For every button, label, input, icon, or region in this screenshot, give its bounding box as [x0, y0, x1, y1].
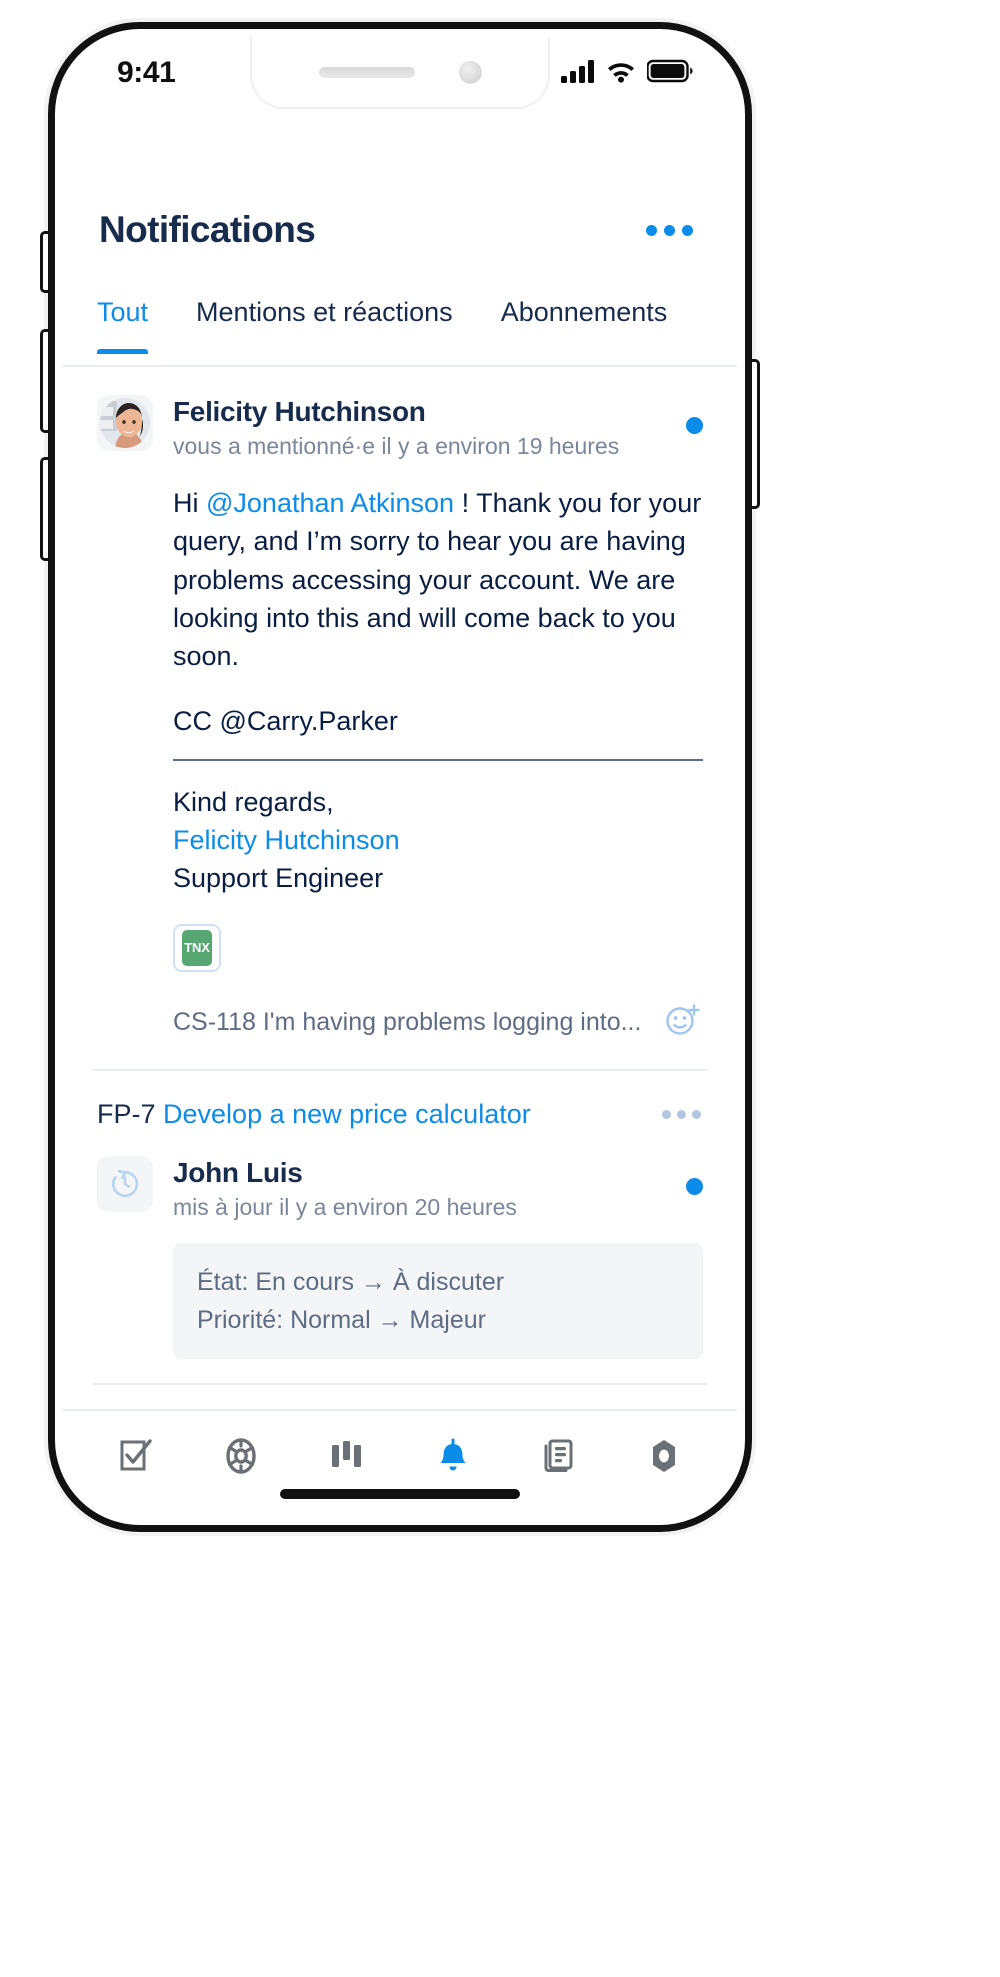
- signature-block: Kind regards, Felicity Hutchinson Suppor…: [173, 783, 703, 898]
- tab-abonnements[interactable]: Abonnements: [501, 289, 668, 352]
- unread-indicator-dot: [686, 1177, 703, 1195]
- notification-item-issue-update[interactable]: FP-7 Develop a new price calculator John…: [63, 1071, 737, 1383]
- status-time: 9:41: [117, 56, 176, 89]
- phone-notch: [250, 37, 550, 109]
- notification-tabs: Tout Mentions et réactions Abonnements: [63, 289, 737, 367]
- phone-frame: 9:41 Notifications Tout Mentions et réac…: [40, 22, 760, 1532]
- message-cc-line: CC @Carry.Parker: [173, 705, 398, 736]
- notification-actor-name: Felicity Hutchinson: [173, 396, 426, 427]
- notification-footer: CS-118 I'm having problems logging into.…: [173, 1000, 703, 1045]
- volume-down-button[interactable]: [40, 457, 48, 561]
- add-reaction-icon[interactable]: [663, 1000, 703, 1045]
- dot: [646, 224, 657, 236]
- backlog-document-icon[interactable]: [523, 1427, 593, 1485]
- dot: [664, 224, 675, 236]
- silent-switch-button[interactable]: [40, 231, 48, 293]
- notification-meta: Felicity Hutchinson vous a mentionné·e i…: [173, 395, 666, 462]
- update-circle-icon: [97, 1155, 153, 1212]
- volume-up-button[interactable]: [40, 329, 48, 433]
- lifebuoy-servicedesk-icon[interactable]: [206, 1427, 276, 1485]
- signature-role: Support Engineer: [173, 863, 384, 894]
- signature-signoff: Kind regards,: [173, 786, 334, 817]
- status-icons: [561, 59, 693, 88]
- bell-notifications-icon[interactable]: [418, 1427, 488, 1485]
- notification-meta: John Luis mis à jour il y a environ 20 h…: [173, 1156, 666, 1223]
- screenshot-stage: 9:41 Notifications Tout Mentions et réac…: [0, 0, 1000, 1977]
- dot: [682, 224, 693, 236]
- bottom-navigation-bar: [63, 1409, 737, 1517]
- signal-icon: [561, 59, 595, 88]
- attachment-badge-label: TNX: [182, 929, 212, 966]
- notification-feed[interactable]: Felicity Hutchinson vous a mentionné·e i…: [63, 367, 737, 1409]
- issue-key[interactable]: FP-7: [97, 1099, 156, 1129]
- board-columns-icon[interactable]: [312, 1427, 382, 1485]
- message-prefix: Hi: [173, 488, 206, 519]
- issue-title-link[interactable]: Develop a new price calculator: [163, 1099, 531, 1129]
- more-horizontal-icon[interactable]: [642, 215, 697, 246]
- unread-indicator-dot: [686, 417, 703, 434]
- signature-name-link[interactable]: Felicity Hutchinson: [173, 821, 703, 859]
- notification-header: John Luis mis à jour il y a environ 20 h…: [97, 1155, 703, 1223]
- attachment-badge[interactable]: TNX: [173, 923, 221, 972]
- notification-header: Felicity Hutchinson vous a mentionné·e i…: [97, 395, 703, 462]
- earpiece-speaker: [318, 66, 415, 78]
- notification-message-body: Hi @Jonathan Atkinson ! Thank you for yo…: [173, 484, 703, 676]
- dot: [692, 1109, 701, 1119]
- card-divider: [93, 1382, 707, 1385]
- page-title: Notifications: [99, 209, 316, 250]
- battery-icon: [646, 59, 693, 88]
- change-row-priority: Priorité: Normal → Majeur: [197, 1305, 486, 1334]
- wifi-icon: [606, 59, 636, 88]
- notification-item-mention[interactable]: Felicity Hutchinson vous a mentionné·e i…: [63, 367, 737, 1069]
- signature-divider: [173, 758, 703, 761]
- user-photo-avatar: [97, 395, 153, 451]
- tasks-checklist-icon[interactable]: [101, 1427, 171, 1485]
- related-issue-link[interactable]: CS-118 I'm having problems logging into.…: [173, 1008, 641, 1037]
- field-change-summary: État: En cours → À discuter Priorité: No…: [173, 1242, 703, 1359]
- dot: [662, 1109, 671, 1119]
- app-header: Notifications: [63, 187, 737, 273]
- home-indicator: [280, 1489, 520, 1499]
- issue-reference[interactable]: FP-7 Develop a new price calculator: [97, 1099, 531, 1130]
- change-row-status: État: En cours → À discuter: [197, 1267, 505, 1296]
- notification-subtitle: vous a mentionné·e il y a environ 19 heu…: [173, 433, 620, 460]
- front-camera: [458, 60, 482, 84]
- phone-screen: 9:41 Notifications Tout Mentions et réac…: [63, 37, 737, 1517]
- tab-tout[interactable]: Tout: [97, 289, 149, 354]
- dot: [677, 1109, 686, 1119]
- power-button[interactable]: [752, 359, 760, 509]
- tab-mentions-et-reactions[interactable]: Mentions et réactions: [196, 289, 453, 352]
- settings-nut-icon[interactable]: [629, 1427, 699, 1485]
- issue-header-line: FP-7 Develop a new price calculator: [97, 1099, 703, 1130]
- notification-subtitle: mis à jour il y a environ 20 heures: [173, 1193, 517, 1220]
- notification-actor-name: John Luis: [173, 1156, 303, 1188]
- more-horizontal-icon[interactable]: [660, 1102, 703, 1127]
- mention-link[interactable]: @Jonathan Atkinson: [206, 488, 454, 518]
